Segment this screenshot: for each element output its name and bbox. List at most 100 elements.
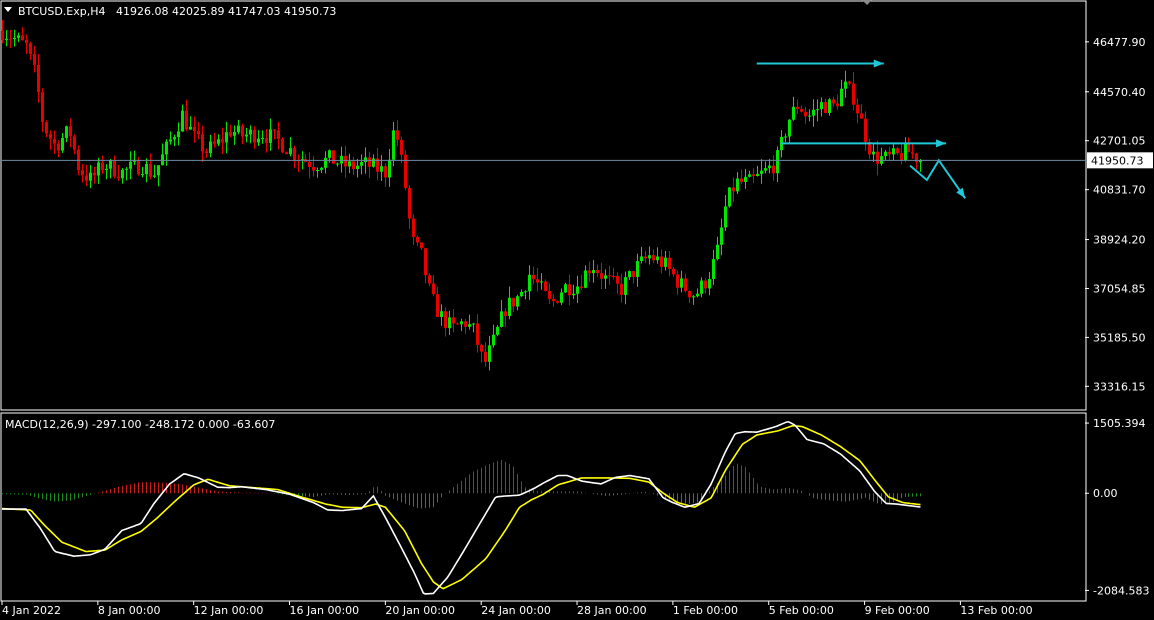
- candle-body: [65, 126, 68, 138]
- candle-body: [724, 206, 727, 228]
- candle-body: [844, 81, 847, 89]
- candle-body: [604, 275, 607, 279]
- candle-body: [205, 151, 208, 154]
- candle-body: [572, 293, 575, 296]
- candle-body: [484, 351, 487, 362]
- candle-body: [372, 158, 375, 167]
- candle-body: [532, 274, 535, 280]
- candle-body: [444, 311, 447, 329]
- candle-body: [656, 256, 659, 261]
- candle-body: [460, 321, 463, 325]
- candle-body: [428, 275, 431, 284]
- candle-body: [848, 81, 851, 84]
- candle-body: [720, 227, 723, 245]
- candle-body: [53, 138, 56, 144]
- candle-body: [788, 119, 791, 137]
- candle-body: [668, 257, 671, 269]
- candle-body: [904, 143, 907, 161]
- candle-body: [704, 280, 707, 289]
- candle-body: [173, 137, 176, 140]
- candle-body: [500, 311, 503, 327]
- candle-body: [380, 166, 383, 172]
- candle-body: [161, 154, 164, 166]
- candle-body: [249, 129, 252, 135]
- macd-header-label: MACD(12,26,9) -297.100 -248.172 0.000 -6…: [5, 418, 275, 431]
- candle-body: [109, 160, 112, 169]
- candle-body: [201, 134, 204, 152]
- candle-body: [636, 261, 639, 277]
- candle-body: [344, 155, 347, 167]
- candle-body: [129, 161, 132, 169]
- candle-body: [245, 134, 248, 137]
- candle-body: [412, 218, 415, 237]
- candle-body: [900, 153, 903, 161]
- candle-body: [181, 110, 184, 132]
- candle-body: [684, 278, 687, 291]
- time-tick-label: 20 Jan 00:00: [385, 604, 455, 617]
- candle-body: [776, 150, 779, 174]
- candle-body: [568, 284, 571, 296]
- candle-body: [1, 30, 4, 40]
- candle-body: [241, 125, 244, 137]
- candle-body: [61, 137, 64, 151]
- candle-body: [273, 129, 276, 131]
- candle-body: [508, 297, 511, 316]
- candle-body: [524, 291, 527, 293]
- candle-body: [368, 157, 371, 167]
- candle-body: [728, 187, 731, 207]
- candle-body: [800, 108, 803, 112]
- candle-body: [29, 43, 32, 54]
- candle-body: [464, 321, 467, 327]
- candle-body: [732, 187, 735, 192]
- candle-body: [137, 159, 140, 175]
- candle-body: [836, 103, 839, 107]
- candle-body: [544, 281, 547, 291]
- candle-body: [37, 64, 40, 93]
- candle-body: [892, 148, 895, 155]
- candle-body: [281, 138, 284, 153]
- candle-body: [456, 323, 459, 325]
- candle-body: [676, 274, 679, 288]
- candle-body: [424, 248, 427, 276]
- candle-body: [688, 290, 691, 298]
- candle-body: [237, 125, 240, 133]
- time-tick-label: 1 Feb 00:00: [673, 604, 738, 617]
- candle-body: [432, 283, 435, 295]
- candle-body: [157, 165, 160, 176]
- candle-body: [384, 166, 387, 178]
- candle-body: [408, 187, 411, 219]
- trading-chart[interactable]: BTCUSD.Exp,H4 41926.08 42025.89 41747.03…: [0, 0, 1154, 620]
- candle-body: [644, 256, 647, 259]
- candle-body: [312, 167, 315, 171]
- candle-body: [828, 99, 831, 113]
- candle-body: [328, 150, 331, 158]
- candle-body: [324, 157, 327, 168]
- time-tick-label: 28 Jan 00:00: [577, 604, 647, 617]
- candle-body: [101, 162, 104, 170]
- candle-body: [145, 164, 148, 175]
- candle-body: [884, 151, 887, 157]
- candle-body: [516, 296, 519, 307]
- candle-body: [73, 136, 76, 150]
- candle-body: [576, 286, 579, 294]
- candle-body: [185, 110, 188, 130]
- candle-body: [812, 109, 815, 116]
- candle-body: [193, 126, 196, 132]
- candle-body: [257, 138, 260, 143]
- candle-body: [269, 129, 272, 143]
- candle-body: [125, 168, 128, 170]
- candle-body: [752, 174, 755, 176]
- candle-body: [808, 115, 811, 117]
- candle-body: [496, 326, 499, 335]
- price-tick-label: 37054.85: [1093, 282, 1146, 295]
- candle-body: [25, 40, 28, 44]
- candle-body: [876, 151, 879, 164]
- candle-body: [620, 283, 623, 295]
- candle-body: [708, 279, 711, 289]
- candle-body: [564, 284, 567, 293]
- time-tick-label: 16 Jan 00:00: [290, 604, 360, 617]
- time-tick-label: 24 Jan 00:00: [481, 604, 551, 617]
- candle-body: [189, 126, 192, 130]
- candle-body: [760, 170, 763, 174]
- candle-body: [57, 143, 60, 151]
